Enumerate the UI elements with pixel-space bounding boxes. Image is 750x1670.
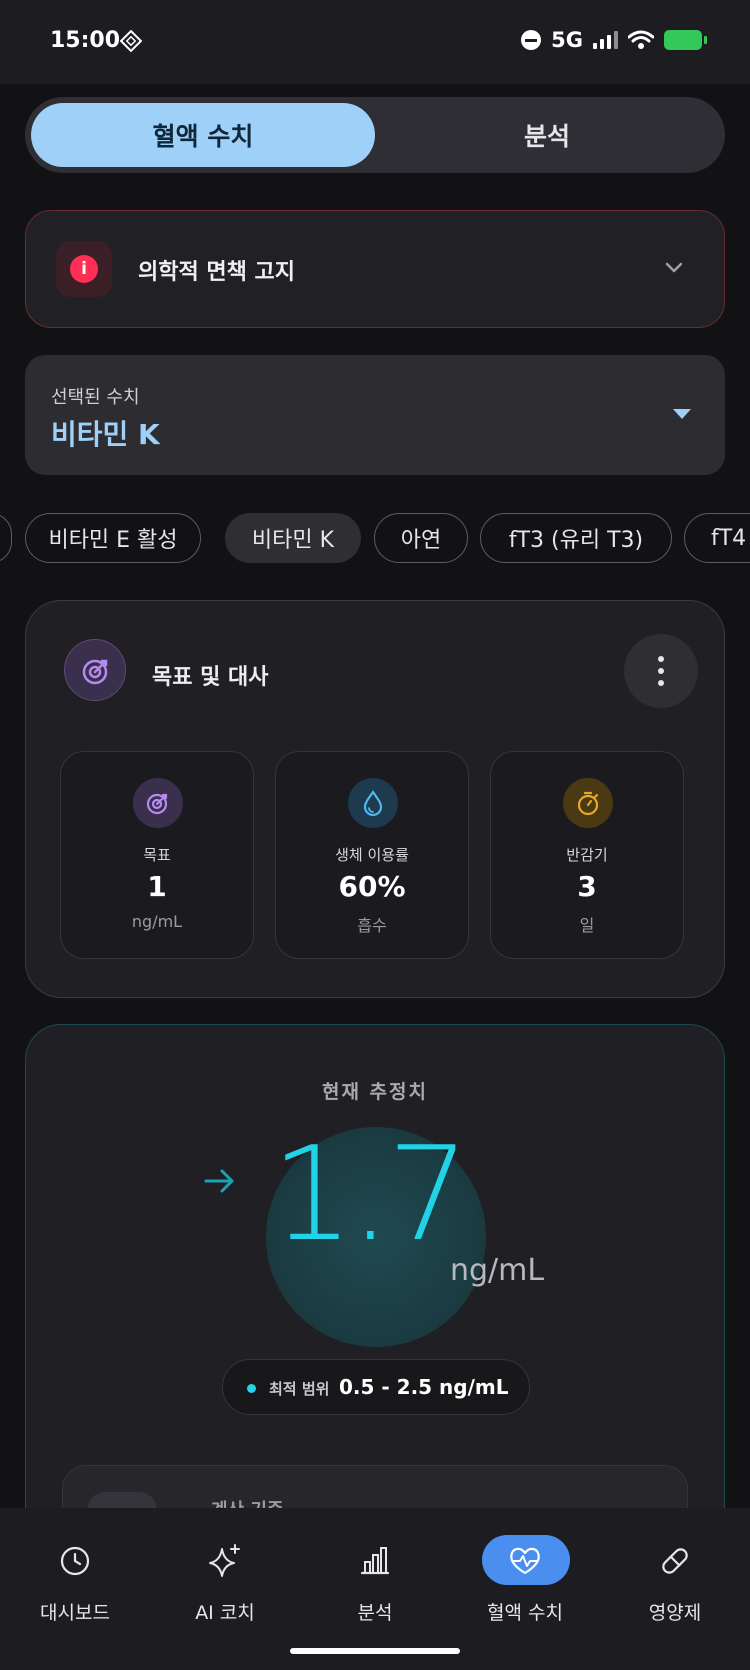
chip-partial[interactable] <box>0 513 12 563</box>
dropdown-caret-icon <box>673 409 691 419</box>
selector-label: 선택된 수치 <box>51 387 140 408</box>
signal-icon <box>593 31 618 49</box>
stat-unit: ng/mL <box>131 912 183 931</box>
estimate-value: 1.7 <box>271 1118 470 1270</box>
range-dot-icon <box>247 1384 256 1393</box>
stat-target: 목표 1 ng/mL <box>60 751 254 959</box>
metric-chip-row: 비타민 E 활성 비타민 K 아연 fT3 (유리 T3) fT4 <box>0 513 750 563</box>
stat-label: 생체 이용률 <box>335 846 409 864</box>
arrow-right-icon <box>204 1169 234 1193</box>
nav-label: 혈액 수치 <box>487 1602 563 1624</box>
chevron-down-icon[interactable] <box>662 255 686 279</box>
home-indicator[interactable] <box>290 1648 460 1654</box>
chip-zinc[interactable]: 아연 <box>374 513 468 563</box>
range-label: 최적 범위 <box>269 1380 330 1398</box>
chip-vitamin-e[interactable]: 비타민 E 활성 <box>25 513 201 563</box>
medical-disclaimer[interactable]: i 의학적 면책 고지 <box>25 210 725 328</box>
goal-card-title: 목표 및 대사 <box>152 665 269 690</box>
nav-label: AI 코치 <box>195 1602 255 1624</box>
nav-ai-coach[interactable]: AI 코치 <box>150 1528 300 1628</box>
selected-metric-value: 비타민 K <box>51 418 160 451</box>
stat-label: 반감기 <box>566 846 608 864</box>
info-icon: i <box>70 255 98 283</box>
stat-label: 목표 <box>143 846 171 864</box>
estimate-unit: ng/mL <box>450 1253 545 1288</box>
target-icon <box>64 639 126 701</box>
nav-blood-levels[interactable]: 혈액 수치 <box>450 1528 600 1628</box>
nav-supplements[interactable]: 영양제 <box>600 1528 750 1628</box>
bar-chart-icon <box>360 1547 390 1575</box>
stat-value: 1 <box>147 870 167 903</box>
estimate-title: 현재 추정치 <box>321 1081 428 1103</box>
nav-label: 분석 <box>357 1602 393 1624</box>
nav-label: 영양제 <box>648 1602 702 1624</box>
nav-label: 대시보드 <box>40 1602 110 1624</box>
sparkle-icon <box>209 1544 240 1577</box>
clock-icon <box>60 1546 90 1576</box>
nav-dashboard[interactable]: 대시보드 <box>0 1528 150 1628</box>
chip-vitamin-k[interactable]: 비타민 K <box>225 513 361 563</box>
disclaimer-title: 의학적 면책 고지 <box>138 260 295 285</box>
stat-value: 3 <box>577 870 597 903</box>
stat-unit: 흡수 <box>357 916 387 935</box>
stat-value: 60% <box>338 870 406 903</box>
goal-metabolism-card: 목표 및 대사 목표 1 ng/mL 생체 이용률 60% 흡수 반감기 3 일 <box>25 600 725 998</box>
nav-analysis[interactable]: 분석 <box>300 1528 450 1628</box>
chip-ft3[interactable]: fT3 (유리 T3) <box>480 513 672 563</box>
battery-icon <box>664 30 707 50</box>
wifi-icon <box>628 30 654 49</box>
more-options-button[interactable] <box>624 634 698 708</box>
status-time: 15:00 <box>50 28 121 53</box>
stopwatch-icon <box>563 778 613 828</box>
range-value: 0.5 - 2.5 ng/mL <box>339 1375 509 1399</box>
chip-ft4[interactable]: fT4 <box>684 513 750 563</box>
bottom-navigation: 대시보드 AI 코치 분석 혈액 수치 영양제 <box>0 1508 750 1670</box>
status-bar: 15:00 5G <box>0 0 750 84</box>
stat-unit: 일 <box>579 916 595 935</box>
droplet-icon <box>348 778 398 828</box>
dnd-icon <box>521 30 542 50</box>
network-type: 5G <box>551 28 583 52</box>
stat-bioavailability: 생체 이용률 60% 흡수 <box>275 751 469 959</box>
pill-icon <box>662 1548 688 1574</box>
tab-analysis[interactable]: 분석 <box>375 103 719 167</box>
status-indicators: 5G <box>521 28 707 52</box>
stat-half-life: 반감기 3 일 <box>490 751 684 959</box>
disclaimer-icon-container: i <box>56 241 112 297</box>
optimal-range-badge: 최적 범위 0.5 - 2.5 ng/mL <box>222 1359 530 1415</box>
tab-blood-levels[interactable]: 혈액 수치 <box>31 103 375 167</box>
target-icon <box>133 778 183 828</box>
heart-pulse-icon <box>510 1547 540 1575</box>
vpn-icon <box>120 30 142 52</box>
view-tabs: 혈액 수치 분석 <box>25 97 725 173</box>
metric-selector[interactable]: 선택된 수치 비타민 K <box>25 355 725 475</box>
